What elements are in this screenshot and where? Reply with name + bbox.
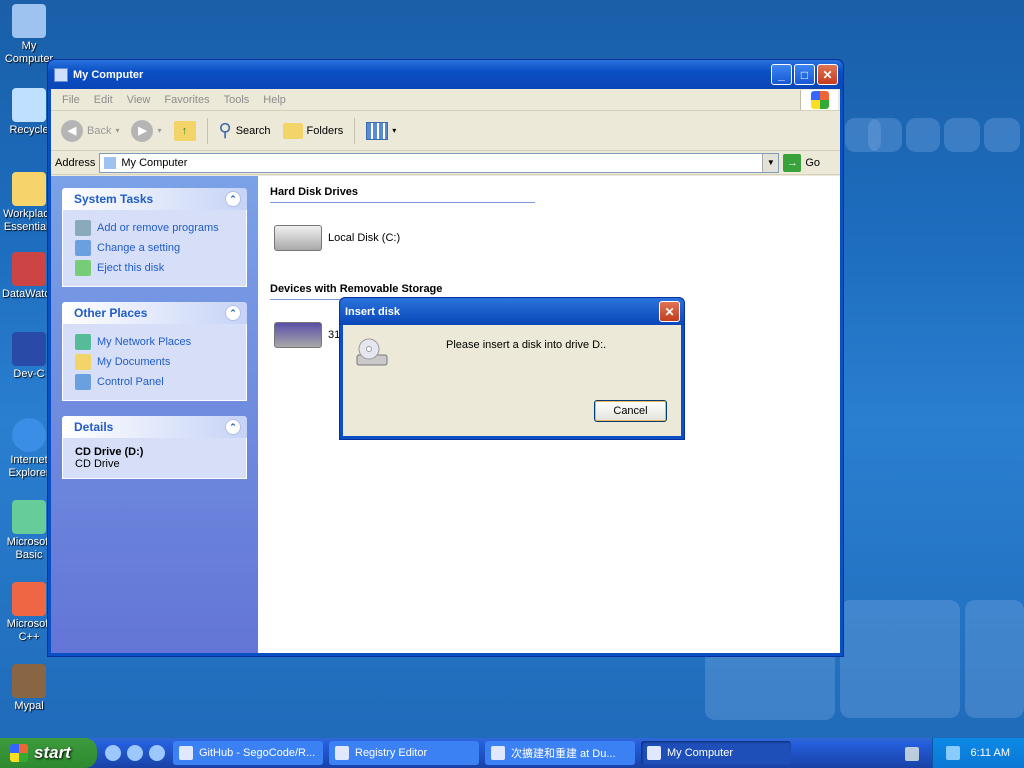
taskbar-item-browser[interactable]: 次擴建和重建 at Du... [485,741,635,765]
desktop-icon-my-computer[interactable]: My Computer [0,4,58,66]
go-button[interactable]: → Go [783,153,840,172]
documents-icon [75,354,91,370]
details-name: CD Drive (D:) [75,446,144,458]
quick-launch [97,745,173,761]
eject-icon [75,260,91,276]
menu-favorites[interactable]: Favorites [157,94,216,106]
address-label: Address [55,156,96,169]
views-button[interactable]: ▾ [362,120,400,142]
menu-help[interactable]: Help [256,94,293,106]
hdd-section-heading: Hard Disk Drives [270,186,535,203]
control-panel-icon [75,240,91,256]
menu-view[interactable]: View [120,94,158,106]
taskbar: start GitHub - SegoCode/R... Registry Ed… [0,738,1024,768]
details-header[interactable]: Details ⌃ [62,416,247,438]
task-change-setting[interactable]: Change a setting [75,238,234,258]
place-network[interactable]: My Network Places [75,332,234,352]
back-button[interactable]: ◀ Back ▾ [57,118,123,144]
menu-bar: File Edit View Favorites Tools Help [51,89,840,111]
close-button[interactable]: ✕ [817,64,838,85]
task-pane: System Tasks ⌃ Add or remove programs Cha… [51,176,258,653]
ie-quicklaunch-icon[interactable] [105,745,121,761]
desktop-icon-mypal[interactable]: Mypal [0,664,58,713]
views-icon [366,121,389,140]
network-icon [75,334,91,350]
cancel-button[interactable]: Cancel [594,400,667,422]
dialog-title: Insert disk [345,305,401,318]
network-tray-icon[interactable] [946,746,961,760]
collapse-chevron-icon[interactable]: ⌃ [225,305,241,321]
media-quicklaunch-icon[interactable] [149,745,165,761]
folders-icon [282,122,303,139]
taskbar-item-github[interactable]: GitHub - SegoCode/R... [173,741,323,765]
address-bar: Address My Computer ▼ → Go [51,151,840,175]
go-arrow-icon: → [783,153,802,172]
start-button[interactable]: start [0,738,97,768]
back-arrow-icon: ◀ [61,119,83,142]
search-icon: ⚲ [218,120,232,140]
keyboard-icon[interactable] [905,747,919,761]
place-documents[interactable]: My Documents [75,352,234,372]
forward-button[interactable]: ▶ ▾ [127,118,165,144]
details-panel: Details ⌃ CD Drive (D:) CD Drive [62,416,247,479]
cd-drive-icon [356,338,388,366]
up-button[interactable]: ↑ [170,119,200,143]
place-control-panel[interactable]: Control Panel [75,372,234,392]
menu-edit[interactable]: Edit [87,94,120,106]
window-titlebar[interactable]: My Computer _ □ ✕ [48,60,843,89]
hard-disk-icon [274,225,322,251]
taskbar-item-registry-editor[interactable]: Registry Editor [329,741,479,765]
control-panel-icon [75,374,91,390]
menu-file[interactable]: File [55,94,87,106]
address-dropdown-button[interactable]: ▼ [762,153,779,172]
system-tray: 6:11 AM [932,738,1024,768]
registry-icon [335,746,349,760]
computer-icon [647,746,661,760]
app-icon [179,746,193,760]
windows-flag-icon [10,744,28,762]
insert-disk-dialog: Insert disk ✕ Please insert a disk into … [339,297,685,440]
programs-icon [75,220,91,236]
details-type: CD Drive [75,458,120,470]
minimize-button[interactable]: _ [771,64,792,85]
folder-up-icon: ↑ [173,120,196,141]
task-add-remove-programs[interactable]: Add or remove programs [75,218,234,238]
computer-icon [54,67,68,82]
taskbar-item-my-computer[interactable]: My Computer [641,741,791,765]
forward-arrow-icon: ▶ [131,119,154,142]
task-eject-disk[interactable]: Eject this disk [75,258,234,278]
address-value: My Computer [121,156,188,169]
windows-logo-icon [800,90,838,110]
search-button[interactable]: ⚲ Search [215,118,275,143]
collapse-chevron-icon[interactable]: ⌃ [225,419,241,435]
system-tasks-panel: System Tasks ⌃ Add or remove programs Cha… [62,188,247,287]
address-field[interactable]: My Computer ▼ [99,152,780,173]
maximize-button[interactable]: □ [794,64,815,85]
dialog-message: Please insert a disk into drive D:. [446,339,607,351]
floppy-drive-icon [274,322,322,348]
computer-small-icon [104,156,117,169]
other-places-header[interactable]: Other Places ⌃ [62,302,247,324]
clock[interactable]: 6:11 AM [970,747,1010,759]
system-tasks-header[interactable]: System Tasks ⌃ [62,188,247,210]
dialog-titlebar[interactable]: Insert disk ✕ [340,298,684,325]
menu-tools[interactable]: Tools [217,94,257,106]
window-title: My Computer [73,68,144,81]
drive-local-c[interactable]: Local Disk (C:) [274,221,828,255]
dialog-close-button[interactable]: ✕ [659,301,680,322]
other-places-panel: Other Places ⌃ My Network Places My Docum… [62,302,247,401]
folders-button[interactable]: Folders [279,121,348,141]
browser-icon [491,746,505,760]
toolbar: ◀ Back ▾ ▶ ▾ ↑ ⚲ Search Folders ▾ [51,111,840,151]
browser-quicklaunch-icon[interactable] [127,745,143,761]
collapse-chevron-icon[interactable]: ⌃ [225,191,241,207]
